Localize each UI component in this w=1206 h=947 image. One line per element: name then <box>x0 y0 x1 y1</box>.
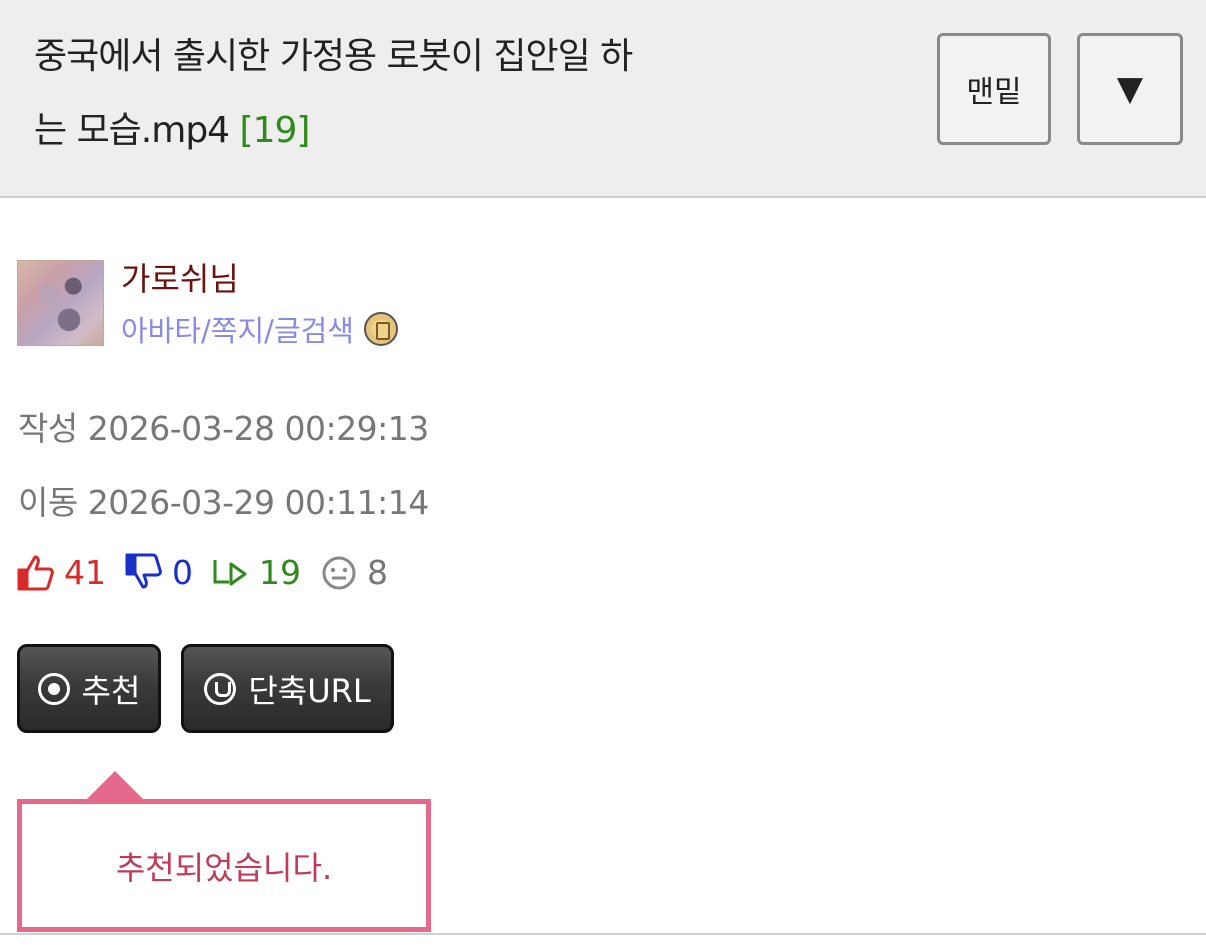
post-title-line2: 는 모습.mp4 <box>34 110 230 151</box>
author-links: 아바타/쪽지/글검색 <box>121 308 398 350</box>
tooltip-message: 추천되었습니다. <box>115 848 333 887</box>
short-url-button[interactable]: 단축URL <box>181 644 394 733</box>
thumbs-down-icon <box>124 552 164 592</box>
reply-arrow-icon <box>211 552 251 592</box>
downvote-count: 0 <box>172 552 193 592</box>
comment-count[interactable]: [19] <box>240 110 311 151</box>
view-count: 8 <box>367 552 388 592</box>
recommend-label: 추천 <box>81 671 141 710</box>
reply-count: 19 <box>259 552 301 592</box>
divider <box>0 933 1206 935</box>
short-url-label: 단축URL <box>248 671 371 710</box>
tooltip-arrow <box>86 771 144 800</box>
post-title: 중국에서 출시한 가정용 로봇이 집안일 하 는 모습.mp4 [19] <box>34 20 734 168</box>
scroll-bottom-button[interactable]: 맨밑 <box>937 33 1051 145</box>
face-icon <box>319 552 359 592</box>
written-date: 작성 2026-03-28 00:29:13 <box>18 409 429 448</box>
avatar[interactable] <box>17 260 104 346</box>
reply-stat: 19 <box>211 552 301 592</box>
upvote-count: 41 <box>64 552 106 592</box>
thumbs-up-icon <box>16 552 56 592</box>
view-stat: 8 <box>319 552 388 592</box>
upvote-stat: 41 <box>16 552 106 592</box>
post-header: 중국에서 출시한 가정용 로봇이 집안일 하 는 모습.mp4 [19] 맨밑 … <box>0 0 1206 198</box>
url-icon <box>204 672 237 705</box>
author-nickname[interactable]: 가로쉬님 <box>121 254 239 300</box>
recommend-tooltip: 추천되었습니다. <box>17 799 431 932</box>
toggle-down-button[interactable]: ▼ <box>1077 33 1183 145</box>
author-links-text[interactable]: 아바타/쪽지/글검색 <box>121 308 354 350</box>
recommend-button[interactable]: 추천 <box>17 644 161 733</box>
post-title-line1: 중국에서 출시한 가정용 로봇이 집안일 하 <box>34 36 633 77</box>
downvote-stat: 0 <box>124 552 193 592</box>
moved-date: 이동 2026-03-29 00:11:14 <box>18 483 429 522</box>
target-icon <box>37 672 70 705</box>
post-stats: 41 0 19 8 <box>16 548 406 596</box>
member-badge-icon <box>363 312 398 346</box>
